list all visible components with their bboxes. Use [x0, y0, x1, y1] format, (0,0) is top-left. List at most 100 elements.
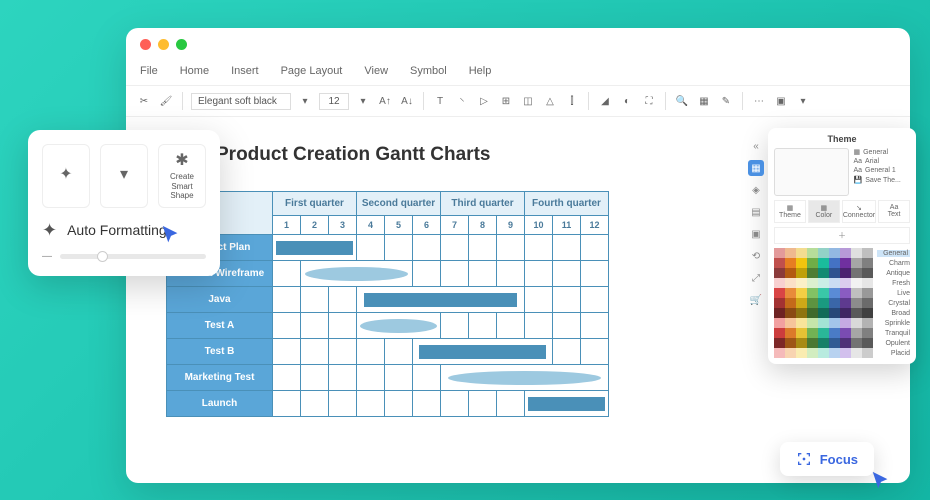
color-swatch[interactable]: [829, 318, 840, 328]
color-swatch[interactable]: [829, 348, 840, 358]
color-swatch[interactable]: [862, 328, 873, 338]
color-swatch[interactable]: [796, 268, 807, 278]
color-swatch[interactable]: [862, 348, 873, 358]
color-swatch[interactable]: [829, 338, 840, 348]
color-swatch[interactable]: [862, 298, 873, 308]
color-swatch[interactable]: [840, 308, 851, 318]
color-swatch[interactable]: [796, 258, 807, 268]
gantt-bar[interactable]: [276, 241, 352, 255]
color-swatch[interactable]: [862, 278, 873, 288]
panel-tab[interactable]: ▣: [748, 226, 764, 242]
color-swatch[interactable]: [807, 278, 818, 288]
gantt-bar[interactable]: [305, 267, 407, 281]
color-swatch[interactable]: [829, 328, 840, 338]
color-swatch[interactable]: [818, 328, 829, 338]
connector-icon[interactable]: ⊞: [498, 93, 514, 109]
color-swatch[interactable]: [829, 248, 840, 258]
color-swatch[interactable]: [785, 318, 796, 328]
pointer-icon[interactable]: ▷: [476, 93, 492, 109]
color-swatch[interactable]: [785, 298, 796, 308]
font-select[interactable]: Elegant soft black: [191, 93, 291, 110]
gantt-bar[interactable]: [360, 319, 436, 333]
color-swatch[interactable]: [796, 338, 807, 348]
color-swatch[interactable]: [807, 298, 818, 308]
color-swatch[interactable]: [851, 338, 862, 348]
color-swatch[interactable]: [796, 328, 807, 338]
color-swatch[interactable]: [807, 338, 818, 348]
color-swatch[interactable]: [818, 298, 829, 308]
theme-opt[interactable]: 💾 Save The...: [853, 176, 910, 184]
color-swatch[interactable]: [796, 278, 807, 288]
swatch-label[interactable]: Broad: [877, 310, 910, 317]
color-swatch[interactable]: [851, 258, 862, 268]
swatch-label[interactable]: Crystal: [877, 300, 910, 307]
color-swatch[interactable]: [807, 248, 818, 258]
format-slider[interactable]: —: [42, 251, 206, 262]
color-swatch[interactable]: [851, 308, 862, 318]
color-swatch[interactable]: [774, 278, 785, 288]
chart-icon[interactable]: ⫿: [564, 93, 580, 109]
close-icon[interactable]: [140, 39, 151, 50]
fill-icon[interactable]: ◢: [597, 93, 613, 109]
search-icon[interactable]: 🔍: [674, 93, 690, 109]
decrease-font-icon[interactable]: A↓: [399, 93, 415, 109]
color-swatch[interactable]: [785, 288, 796, 298]
menu-symbol[interactable]: Symbol: [410, 65, 447, 77]
theme-preview[interactable]: [774, 148, 849, 196]
color-swatch[interactable]: [851, 248, 862, 258]
swatch-label[interactable]: Tranquil: [877, 330, 910, 337]
color-swatch[interactable]: [807, 318, 818, 328]
color-swatch[interactable]: [851, 318, 862, 328]
color-swatch[interactable]: [818, 318, 829, 328]
dropdown-icon[interactable]: ▾: [297, 93, 313, 109]
color-swatch[interactable]: [774, 248, 785, 258]
color-swatch[interactable]: [796, 298, 807, 308]
layers-icon[interactable]: ▣: [773, 93, 789, 109]
color-swatch[interactable]: [785, 308, 796, 318]
menu-insert[interactable]: Insert: [231, 65, 259, 77]
shape-icon[interactable]: ◫: [520, 93, 536, 109]
swatch-label[interactable]: Placid: [877, 350, 910, 357]
text-icon[interactable]: T: [432, 93, 448, 109]
grid-icon[interactable]: ▦: [696, 93, 712, 109]
gantt-bar[interactable]: [528, 397, 604, 411]
add-theme-button[interactable]: ＋: [774, 227, 910, 244]
crop-icon[interactable]: ⛶: [641, 93, 657, 109]
color-swatch[interactable]: [807, 268, 818, 278]
swatch-label[interactable]: Antique: [877, 270, 910, 277]
panel-tab[interactable]: ⤢: [748, 270, 764, 286]
swatch-label[interactable]: General: [877, 250, 910, 257]
color-swatch[interactable]: [840, 348, 851, 358]
color-swatch[interactable]: [807, 288, 818, 298]
color-swatch[interactable]: [818, 258, 829, 268]
color-swatch[interactable]: [829, 278, 840, 288]
minimize-icon[interactable]: [158, 39, 169, 50]
color-swatch[interactable]: [818, 338, 829, 348]
color-swatch[interactable]: [862, 258, 873, 268]
color-swatch[interactable]: [774, 308, 785, 318]
color-swatch[interactable]: [840, 268, 851, 278]
color-swatch[interactable]: [785, 328, 796, 338]
focus-button[interactable]: Focus: [780, 442, 874, 476]
color-swatch[interactable]: [796, 318, 807, 328]
swatch-label[interactable]: Charm: [877, 260, 910, 267]
color-swatch[interactable]: [796, 288, 807, 298]
create-smart-shape-button[interactable]: ✱Create Smart Shape: [158, 144, 206, 208]
transparency-icon[interactable]: ◐: [619, 93, 635, 109]
color-swatch[interactable]: [851, 268, 862, 278]
color-swatch[interactable]: [818, 288, 829, 298]
color-swatch[interactable]: [785, 278, 796, 288]
color-swatch[interactable]: [829, 308, 840, 318]
color-swatch[interactable]: [774, 328, 785, 338]
color-swatch[interactable]: [774, 268, 785, 278]
shapes-icon[interactable]: △: [542, 93, 558, 109]
line-icon[interactable]: ⸌: [454, 93, 470, 109]
panel-tab-theme[interactable]: ▦: [748, 160, 764, 176]
tab-theme[interactable]: ▦Theme: [774, 200, 806, 223]
color-swatch[interactable]: [785, 268, 796, 278]
gantt-chart[interactable]: First quarterSecond quarterThird quarter…: [166, 191, 609, 417]
color-swatch[interactable]: [807, 258, 818, 268]
tab-connector[interactable]: ↘Connector: [842, 200, 876, 223]
color-swatch[interactable]: [840, 288, 851, 298]
color-swatch[interactable]: [840, 298, 851, 308]
